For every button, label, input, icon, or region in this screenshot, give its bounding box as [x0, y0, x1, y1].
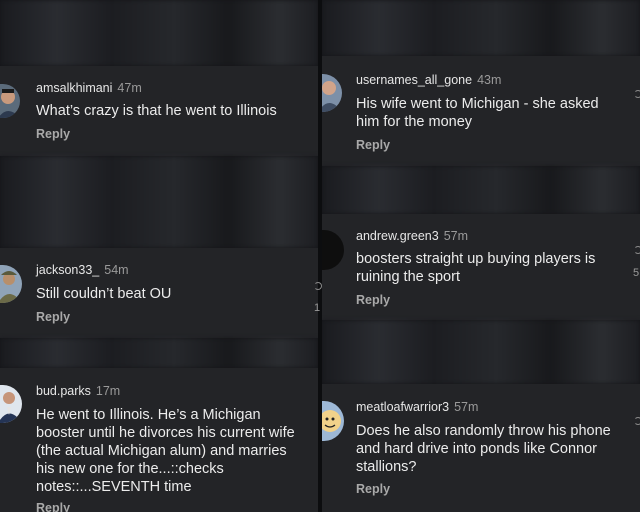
comment-card: andrew.green3 57m boosters straight up bu… — [322, 214, 640, 320]
comment-card: bud.parks 17m He went to Illinois. He’s a… — [0, 368, 318, 512]
comment-text: His wife went to Michigan - she asked hi… — [356, 96, 599, 130]
comment-meta: jackson33_ 54m — [36, 263, 129, 277]
right-column: usernames_all_gone 43m His wife went to M… — [322, 0, 640, 512]
comment-card: meatloafwarrior3 57m Does he also randoml… — [322, 384, 640, 512]
comment-meta: andrew.green3 57m — [356, 229, 468, 243]
like-count: 5 — [633, 267, 640, 279]
reply-button[interactable]: Reply — [356, 293, 390, 307]
blurred-background — [322, 320, 640, 384]
timestamp: 57m — [443, 229, 469, 243]
username[interactable]: amsalkhimani — [36, 81, 112, 95]
blurred-background — [0, 0, 318, 66]
username[interactable]: bud.parks — [36, 384, 91, 398]
person-avatar-icon[interactable] — [0, 84, 20, 118]
reply-button[interactable]: Reply — [36, 310, 70, 324]
comment-meta: bud.parks 17m — [36, 384, 120, 398]
comment-text: He went to Illinois. He’s a Michigan boo… — [36, 407, 295, 495]
suit-avatar-icon[interactable] — [0, 385, 22, 423]
comment-text: Still couldn’t beat OU — [36, 286, 172, 302]
username[interactable]: usernames_all_gone — [356, 73, 472, 87]
comment-text: What’s crazy is that he went to Illinois — [36, 103, 277, 119]
timestamp: 17m — [95, 384, 121, 398]
comment-card: amsalkhimani 47m What’s crazy is that he … — [0, 66, 318, 156]
soldier-avatar-icon[interactable] — [0, 265, 22, 303]
timestamp: 57m — [454, 400, 479, 414]
like-icon[interactable] — [314, 282, 322, 290]
reply-button[interactable]: Reply — [356, 138, 390, 152]
reply-button[interactable]: Reply — [36, 501, 70, 512]
man-avatar-icon[interactable] — [322, 74, 342, 112]
blurred-background — [322, 166, 640, 214]
timestamp: 43m — [477, 73, 502, 87]
cartoon-avatar-icon[interactable] — [322, 401, 344, 441]
like-icon[interactable] — [634, 90, 640, 98]
timestamp: 47m — [117, 81, 142, 95]
comment-card: usernames_all_gone 43m His wife went to M… — [322, 56, 640, 166]
like-count: 1 — [314, 302, 321, 314]
comment-text: boosters straight up buying players is r… — [356, 251, 596, 285]
like-icon[interactable] — [634, 246, 640, 254]
username[interactable]: andrew.green3 — [356, 229, 439, 243]
blurred-background — [322, 0, 640, 56]
comment-text: Does he also randomly throw his phone an… — [356, 423, 611, 475]
reply-button[interactable]: Reply — [356, 482, 390, 496]
left-column: amsalkhimani 47m What’s crazy is that he … — [0, 0, 318, 512]
like-icon[interactable] — [634, 417, 640, 425]
dark-avatar-icon[interactable] — [322, 230, 344, 270]
timestamp: 54m — [104, 263, 129, 277]
blurred-background — [0, 156, 318, 248]
comment-meta: usernames_all_gone 43m — [356, 73, 501, 87]
comment-meta: meatloafwarrior3 57m — [356, 400, 478, 414]
username[interactable]: meatloafwarrior3 — [356, 400, 449, 414]
reply-button[interactable]: Reply — [36, 127, 70, 141]
blurred-background — [0, 338, 318, 368]
comment-card: jackson33_ 54m Still couldn’t beat OU Rep… — [0, 248, 318, 338]
username[interactable]: jackson33_ — [36, 263, 99, 277]
comment-meta: amsalkhimani 47m — [36, 81, 142, 95]
